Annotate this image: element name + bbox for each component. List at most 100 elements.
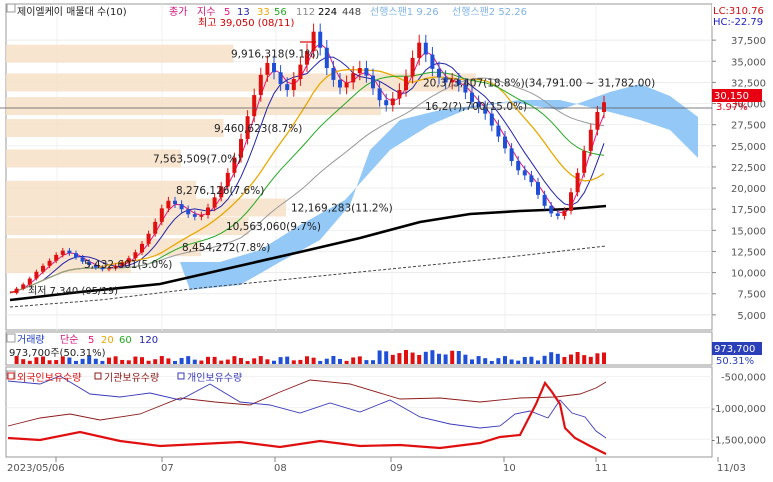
holdings-tick-label: -1,500,000 (711, 435, 766, 446)
volume-bar (582, 355, 587, 364)
candle-body (166, 200, 171, 209)
volume-bar (153, 359, 158, 364)
price-tick-label: 37,500 (731, 36, 766, 47)
candle-body (437, 68, 441, 78)
candle-body (503, 136, 507, 149)
candle-body (153, 221, 158, 234)
volume-bar (159, 356, 164, 364)
volume-pane[interactable]: 거래량 단순 5 20 60 120 973,700주(50.31%) 973,700… (5, 331, 762, 367)
volume-bar (245, 360, 250, 364)
pane-menu-icon[interactable] (6, 3, 16, 13)
volume-profile-bar (6, 217, 249, 236)
chart-window: 5,432,601(5.0%) 8,454,272(7.8%) 10,563,060… (0, 0, 773, 478)
volume-bar (595, 353, 600, 364)
ma-legend-item: 33 (257, 7, 270, 18)
ma-legend-item: 224 (318, 7, 337, 18)
volume-bar (437, 353, 441, 364)
volume-profile-bar (6, 44, 234, 63)
volume-profile-label: 5,432,601(5.0%) (84, 259, 172, 271)
volume-bar (503, 356, 507, 364)
volume-bar (390, 354, 395, 364)
volume-bar (536, 360, 540, 364)
volume-bar (371, 360, 375, 364)
candle-body (397, 90, 402, 99)
volume-profile-label: 9,460,623(8.7%) (214, 123, 302, 135)
price-tick-label: 35,000 (731, 57, 766, 68)
candle-body (252, 95, 257, 117)
lc-badge: LC:310.76 (713, 6, 764, 17)
candle-body (140, 243, 144, 253)
volume-bar (476, 356, 481, 364)
volume-bar (74, 360, 78, 364)
price-tick-label: 22,500 (731, 163, 766, 174)
volume-bar (562, 356, 567, 364)
volume-bar (192, 359, 197, 364)
volume-bar (126, 360, 131, 364)
candle-body (67, 250, 72, 254)
ma-legend-item: 5 (224, 7, 230, 18)
candle-body (423, 42, 428, 55)
ma-legend-item: 13 (237, 7, 250, 18)
volume-bar (542, 355, 547, 364)
x-tick-label: 07 (161, 463, 174, 474)
volume-bar (225, 359, 230, 364)
volume-bar (489, 360, 494, 364)
candle-body (173, 200, 177, 205)
holdings-tick-label: -500,000 (721, 372, 766, 383)
candle-body (496, 125, 501, 137)
volume-profile-bar (6, 119, 224, 138)
candle-body (384, 100, 389, 106)
candle-body (212, 197, 217, 208)
candle-body (569, 192, 573, 211)
volume-profile-label: 20,373,407(18.8%)(34,791.00 ~ 31,782.00) (423, 77, 655, 89)
holdings-legend-item: 기관보유수량 (104, 372, 159, 384)
volume-bar (93, 358, 98, 364)
candle-body (529, 175, 534, 183)
volume-bar (27, 360, 32, 364)
price-tick-label: 32,500 (731, 78, 766, 89)
volume-bar (252, 358, 257, 364)
volume-bar (265, 359, 270, 364)
volume-bar (443, 354, 448, 364)
volume-bar (140, 357, 144, 364)
volume-bar (87, 356, 92, 364)
candle-body (272, 62, 276, 73)
volume-bar (186, 356, 191, 364)
candle-body (489, 113, 494, 126)
volume-bar (450, 350, 455, 364)
holdings-legend-item: 외국인보유수량 (17, 372, 81, 384)
price-tick-label: 20,000 (731, 184, 766, 195)
volume-bar (272, 360, 276, 364)
candle-body (47, 260, 52, 266)
volume-bar (384, 351, 389, 364)
candle-body (331, 68, 336, 80)
candle-body (179, 204, 184, 210)
volume-profile-bar (6, 97, 381, 116)
candle-body (199, 215, 204, 217)
volume-ma-legend-item: 60 (119, 335, 132, 346)
volume-bar (34, 357, 39, 364)
volume-bar (113, 356, 118, 364)
volume-bar (483, 358, 488, 364)
volume-badge-text: 973,700 (714, 344, 755, 355)
candle-body (509, 148, 514, 162)
volume-profile-label: 9,916,318(9.1%) (231, 49, 319, 61)
ma-legend-item: 56 (274, 7, 287, 18)
volume-bar (311, 357, 316, 364)
candle-body (146, 233, 151, 244)
volume-pane-menu-icon[interactable] (6, 333, 16, 343)
candle-body (338, 79, 342, 88)
volume-bar (305, 356, 309, 364)
high-annotation: 최고 39,050 (08/11) (198, 17, 294, 29)
span2-legend: 선행스팬2 52.26 (452, 6, 527, 18)
candle-body (159, 208, 164, 222)
volume-bar (219, 360, 224, 364)
candle-body (602, 102, 606, 112)
volume-bar (496, 358, 501, 364)
price-tick-label: 10,000 (731, 269, 766, 280)
volume-bar (331, 356, 336, 364)
volume-bar (516, 360, 521, 364)
volume-bar (423, 351, 428, 364)
holdings-pane[interactable]: 외국인보유수량 기관보유수량 개인보유수량 -500,000 -1,000,000 -1… (5, 366, 766, 458)
holdings-legend-swatch (94, 372, 102, 380)
